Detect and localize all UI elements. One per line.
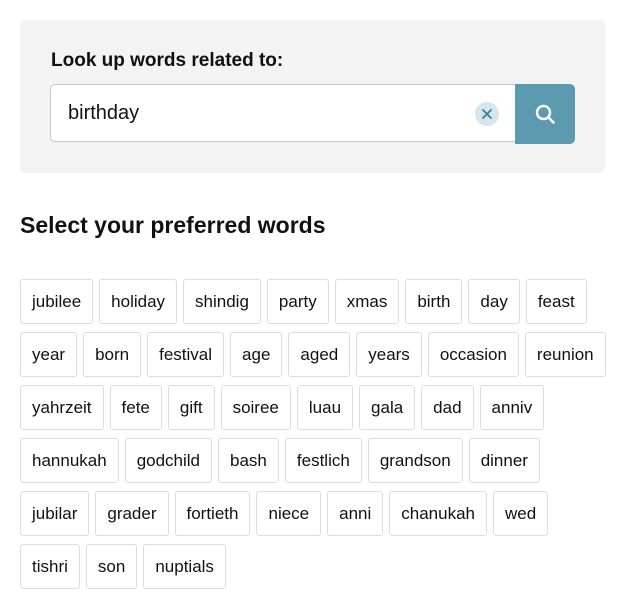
search-button[interactable] bbox=[515, 84, 575, 144]
results-heading: Select your preferred words bbox=[20, 212, 326, 238]
word-chip[interactable]: grandson bbox=[367, 438, 463, 483]
word-chip[interactable]: years bbox=[356, 332, 422, 377]
word-chip[interactable]: reunion bbox=[524, 332, 606, 377]
word-chip[interactable]: aged bbox=[288, 332, 351, 377]
word-chip[interactable]: party bbox=[266, 279, 329, 324]
word-chip[interactable]: chanukah bbox=[389, 491, 487, 536]
word-chip[interactable]: day bbox=[468, 279, 520, 324]
word-chip[interactable]: grader bbox=[95, 491, 169, 536]
word-chip[interactable]: festlich bbox=[284, 438, 362, 483]
clear-button[interactable] bbox=[475, 102, 499, 126]
close-icon bbox=[482, 109, 492, 119]
word-chip[interactable]: dad bbox=[421, 385, 474, 430]
word-chip[interactable]: yahrzeit bbox=[20, 385, 104, 430]
word-chip[interactable]: year bbox=[20, 332, 78, 377]
word-chip[interactable]: tishri bbox=[20, 544, 80, 589]
word-chip[interactable]: holiday bbox=[99, 279, 178, 324]
word-chip[interactable]: hannukah bbox=[20, 438, 119, 483]
word-chip[interactable]: jubilee bbox=[20, 279, 94, 324]
word-chip[interactable]: godchild bbox=[124, 438, 213, 483]
word-chip[interactable]: wed bbox=[493, 491, 549, 536]
word-chip[interactable]: jubilar bbox=[20, 491, 90, 536]
word-chip[interactable]: born bbox=[83, 332, 142, 377]
word-chip[interactable]: gift bbox=[167, 385, 215, 430]
word-chip[interactable]: anni bbox=[327, 491, 384, 536]
word-list: jubilee holiday shindig party xmas birth day fe… bbox=[20, 279, 610, 589]
word-chip[interactable]: feast bbox=[525, 279, 587, 324]
word-chip[interactable]: festival bbox=[147, 332, 225, 377]
word-chip[interactable]: xmas bbox=[334, 279, 400, 324]
search-icon bbox=[535, 104, 555, 124]
word-chip[interactable]: occasion bbox=[427, 332, 519, 377]
word-chip[interactable]: anniv bbox=[479, 385, 545, 430]
word-chip[interactable]: luau bbox=[296, 385, 354, 430]
search-label: Look up words related to: bbox=[51, 50, 284, 71]
search-input[interactable] bbox=[68, 85, 448, 141]
word-chip[interactable]: bash bbox=[218, 438, 279, 483]
word-chip[interactable]: dinner bbox=[468, 438, 540, 483]
word-chip[interactable]: son bbox=[85, 544, 138, 589]
word-chip[interactable]: fortieth bbox=[174, 491, 251, 536]
word-chip[interactable]: nuptials bbox=[143, 544, 226, 589]
word-chip[interactable]: shindig bbox=[183, 279, 261, 324]
word-chip[interactable]: gala bbox=[359, 385, 416, 430]
search-panel: Look up words related to: bbox=[20, 20, 605, 173]
word-chip[interactable]: birth bbox=[405, 279, 463, 324]
word-chip[interactable]: age bbox=[230, 332, 283, 377]
word-chip[interactable]: niece bbox=[256, 491, 322, 536]
word-chip[interactable]: soiree bbox=[220, 385, 291, 430]
search-box[interactable] bbox=[50, 84, 516, 142]
word-chip[interactable]: fete bbox=[109, 385, 162, 430]
